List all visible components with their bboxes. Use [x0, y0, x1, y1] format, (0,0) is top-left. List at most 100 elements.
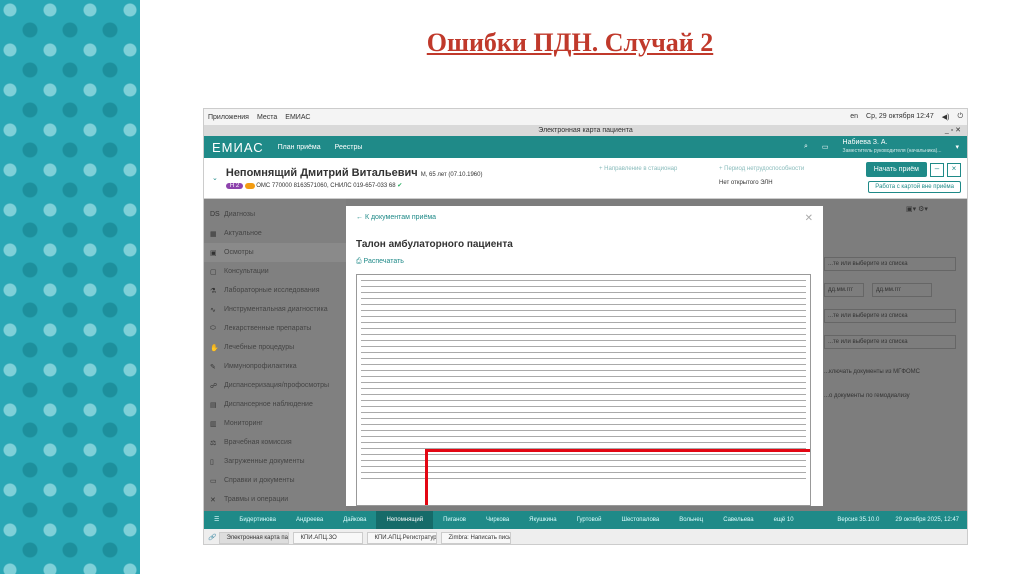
- window-controls[interactable]: _ ▫ ✕: [945, 125, 961, 136]
- user-menu[interactable]: Набиева З. А. Заместитель руководителя (н…: [843, 139, 942, 155]
- people-icon: ☍: [210, 382, 218, 390]
- label: Травмы и операции: [224, 496, 289, 503]
- sidebar-item-procedures[interactable]: ✋ Лечебные процедуры: [204, 338, 346, 357]
- print-label: Распечатать: [363, 258, 404, 265]
- nav-plan[interactable]: План приёма: [278, 144, 321, 151]
- taskbar-item[interactable]: КПИ.АПЦ.ЗО: [293, 531, 364, 544]
- os-menu-places[interactable]: Места: [257, 114, 277, 121]
- menu-icon[interactable]: ☰: [204, 511, 229, 529]
- tab-patient[interactable]: Пиганов: [433, 511, 476, 529]
- option-hemodialysis[interactable]: ...о документы по гемодиализу: [824, 393, 910, 399]
- taskbar-item[interactable]: Zimbra: Написать письмо: [441, 531, 512, 544]
- gavel-icon: ⚖: [210, 439, 217, 447]
- footer-datetime: 29 октября 2025, 12:47: [895, 517, 959, 523]
- sidebar-item-exams[interactable]: ▣ Осмотры: [204, 243, 346, 262]
- document-modal: ← К документам приёма ✕ Талон амбулаторн…: [346, 206, 823, 506]
- sidebar-item-injuries[interactable]: ✕ Травмы и операции: [204, 490, 346, 509]
- tab-patient[interactable]: Дайкова: [333, 511, 376, 529]
- back-label: К документам приёма: [364, 214, 437, 221]
- chevron-down-icon[interactable]: ▾: [955, 143, 959, 151]
- trash-icon[interactable]: ▭: [822, 143, 829, 151]
- disability-link[interactable]: + Период нетрудоспособности: [719, 166, 804, 172]
- taskbar-item[interactable]: КПИ.АПЦ.Регистратура: [367, 531, 438, 544]
- sidebar-item-dispensary[interactable]: ▤ Диспансерное наблюдение: [204, 395, 346, 414]
- sidebar: DS Диагнозы ▦ Актуальное ▣ Осмотры ▢ Консуль…: [204, 199, 346, 511]
- version: Версия 35.10.0: [837, 517, 880, 523]
- sidebar-item-lab[interactable]: ⚗ Лабораторные исследования: [204, 281, 346, 300]
- tab-patient[interactable]: Бидертинова: [229, 511, 286, 529]
- filter-select-2[interactable]: ...те или выберите из списка: [824, 309, 956, 323]
- lang[interactable]: en: [850, 113, 858, 121]
- patient-header: ⌄ Непомнящий Дмитрий Витальевич М, 65 ле…: [204, 158, 967, 199]
- tab-patient[interactable]: Андреева: [286, 511, 333, 529]
- clipboard-icon: ▤: [210, 401, 217, 409]
- sidebar-item-immuno[interactable]: ✎ Иммунопрофилактика: [204, 357, 346, 376]
- flask-icon: ⚗: [210, 287, 217, 295]
- referral-link[interactable]: + Направление в стационар: [599, 166, 677, 172]
- window-title-bar: Электронная карта пациента _ ▫ ✕: [204, 125, 967, 136]
- label: Диспансерное наблюдение: [224, 401, 313, 408]
- power-icon[interactable]: ⏻: [957, 113, 963, 121]
- label: Справки и документы: [224, 477, 295, 484]
- export-icon[interactable]: ▣▾ ⚙▾: [906, 205, 928, 213]
- pulse-icon: ∿: [210, 306, 216, 314]
- sidebar-item-certificates[interactable]: ▭ Справки и документы: [204, 471, 346, 490]
- sidebar-item-uploaded[interactable]: ▯ Загруженные документы: [204, 452, 346, 471]
- label: Инструментальная диагностика: [224, 306, 328, 313]
- window-title: Электронная карта пациента: [538, 127, 633, 134]
- minimize-button[interactable]: –: [930, 163, 944, 177]
- tab-patient[interactable]: Якушкина: [519, 511, 566, 529]
- emias-logo[interactable]: ЕМИАС: [212, 140, 264, 155]
- tab-patient[interactable]: Чиркова: [476, 511, 519, 529]
- label: Врачебная комиссия: [224, 439, 292, 446]
- more-tabs[interactable]: ещё 10: [764, 511, 804, 529]
- chat-icon: ▢: [210, 268, 217, 276]
- taskbar-item[interactable]: Электронная карта пациента: [219, 531, 290, 544]
- print-button[interactable]: ⎙ Распечатать: [356, 258, 813, 266]
- patient-ids: ОМС 770000 8163571060, СНИЛС 019-657-033…: [256, 183, 396, 189]
- sidebar-item-commission[interactable]: ⚖ Врачебная комиссия: [204, 433, 346, 452]
- os-app-label[interactable]: ЕМИАС: [285, 114, 310, 121]
- filter-select-1[interactable]: ...те или выберите из списка: [824, 257, 956, 271]
- sidebar-item-diagnoses[interactable]: DS Диагнозы: [204, 205, 346, 224]
- start-visit-button[interactable]: Начать приём: [865, 162, 927, 177]
- sidebar-item-monitoring[interactable]: ▥ Мониторинг: [204, 414, 346, 433]
- nav-registers[interactable]: Реестры: [335, 144, 363, 151]
- search-icon[interactable]: ⌕: [804, 143, 808, 151]
- label: Консультации: [224, 268, 269, 275]
- label: Лечебные процедуры: [224, 344, 295, 351]
- date-from[interactable]: дд.мм.ггг: [824, 283, 864, 297]
- back-link[interactable]: ← К документам приёма: [356, 214, 813, 221]
- os-menu-apps[interactable]: Приложения: [208, 114, 249, 121]
- filter-select-3[interactable]: ...те или выберите из списка: [824, 335, 956, 349]
- collapse-icon[interactable]: ⌄: [212, 174, 218, 182]
- tab-patient[interactable]: Вольнец: [669, 511, 713, 529]
- tab-patient[interactable]: Гуртовой: [567, 511, 612, 529]
- card-work-button[interactable]: Работа с картой вне приёма: [868, 181, 961, 193]
- close-button[interactable]: ×: [947, 163, 961, 177]
- taskbar-icon[interactable]: 🔗: [208, 534, 215, 541]
- badge: Н 2: [225, 183, 244, 189]
- hand-icon: ✋: [210, 344, 219, 352]
- option-mgfoms[interactable]: ...ключать документы из МГФОМС: [824, 369, 920, 375]
- sidebar-item-dispanserization[interactable]: ☍ Диспансеризация/профосмотры: [204, 376, 346, 395]
- user-role: Заместитель руководителя (начальника)...: [842, 148, 942, 154]
- date-to[interactable]: дд.мм.ггг: [872, 283, 932, 297]
- tab-patient[interactable]: Шестопалова: [611, 511, 669, 529]
- badge-orange: [244, 183, 255, 189]
- label: Иммунопрофилактика: [224, 363, 297, 370]
- tab-patient[interactable]: Савельева: [713, 511, 763, 529]
- content-area: DS Диагнозы ▦ Актуальное ▣ Осмотры ▢ Консуль…: [204, 199, 967, 511]
- chart-icon: ▥: [210, 420, 217, 428]
- document-icon: ▯: [210, 458, 214, 466]
- volume-icon[interactable]: ◀): [942, 113, 950, 121]
- label: Диспансеризация/профосмотры: [224, 382, 330, 389]
- tab-patient-active[interactable]: Непомнящий: [376, 511, 434, 529]
- sidebar-item-instrumental[interactable]: ∿ Инструментальная диагностика: [204, 300, 346, 319]
- taskbar: 🔗 Электронная карта пациента КПИ.АПЦ.ЗО …: [204, 529, 967, 544]
- sidebar-item-consultations[interactable]: ▢ Консультации: [204, 262, 346, 281]
- sidebar-item-actual[interactable]: ▦ Актуальное: [204, 224, 346, 243]
- sidebar-item-drugs[interactable]: ⬭ Лекарственные препараты: [204, 319, 346, 338]
- grid-icon: ▦: [210, 230, 217, 238]
- close-icon[interactable]: ✕: [805, 213, 813, 224]
